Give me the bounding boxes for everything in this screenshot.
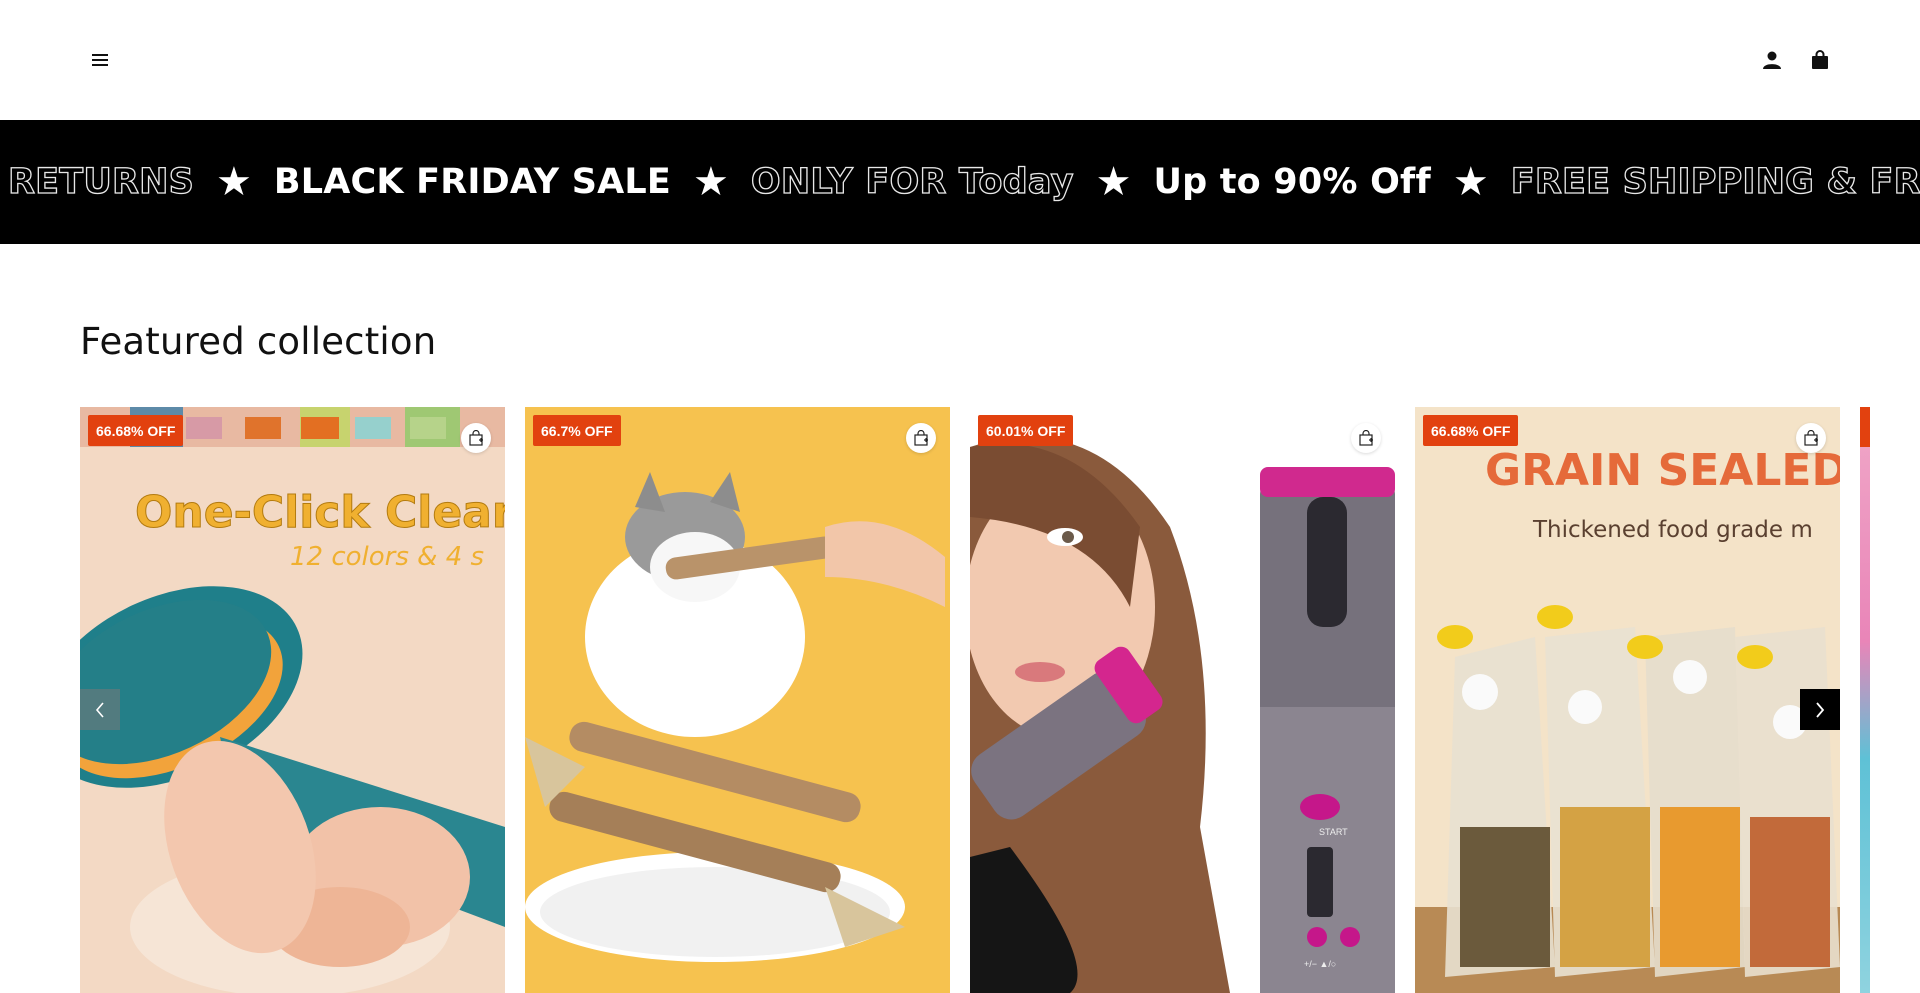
carousel-prev-button[interactable] bbox=[80, 689, 120, 730]
marquee-item: Up to 90% Off bbox=[1153, 162, 1431, 202]
product-card[interactable]: 66.7% OFF bbox=[525, 407, 950, 993]
menu-button[interactable] bbox=[88, 48, 112, 72]
device-label: START bbox=[1319, 827, 1348, 837]
chevron-left-icon bbox=[95, 701, 104, 718]
discount-badge: 66.7% OFF bbox=[533, 415, 621, 446]
discount-badge bbox=[1860, 407, 1870, 447]
image-text: GRAIN SEALED bbox=[1485, 445, 1840, 496]
discount-badge: 60.01% OFF bbox=[978, 415, 1074, 446]
user-icon bbox=[1763, 51, 1781, 69]
carousel-next-button[interactable] bbox=[1800, 689, 1840, 730]
discount-badge: 66.68% OFF bbox=[88, 415, 184, 446]
chevron-right-icon bbox=[1816, 701, 1825, 718]
product-image bbox=[1860, 407, 1870, 993]
marquee-item: BLACK FRIDAY SALE bbox=[273, 162, 672, 202]
product-card[interactable]: GRAIN SEALED Thickened food grade m 66.6… bbox=[1415, 407, 1840, 993]
star-icon: ★ bbox=[1452, 160, 1489, 204]
discount-badge: 66.68% OFF bbox=[1423, 415, 1519, 446]
cart-button[interactable] bbox=[1808, 48, 1832, 72]
device-label: +/− ▲/○ bbox=[1304, 959, 1337, 969]
product-image: GRAIN SEALED Thickened food grade m bbox=[1415, 407, 1840, 993]
marquee-item: ONLY FOR Today bbox=[750, 161, 1074, 202]
star-icon: ★ bbox=[693, 160, 729, 204]
marquee-item: RETURNS bbox=[7, 161, 195, 202]
quick-add-button[interactable] bbox=[1796, 423, 1826, 453]
quick-add-button[interactable] bbox=[906, 423, 936, 453]
add-to-cart-icon bbox=[1804, 430, 1818, 446]
marquee-item: FREE SHIPPING & FREE RETURNS bbox=[1510, 161, 1920, 202]
product-carousel: One-Click Clear 12 colors & 4 s 66.68% O… bbox=[80, 407, 1870, 993]
product-image bbox=[525, 407, 950, 993]
image-text: Thickened food grade m bbox=[1533, 517, 1813, 543]
product-card[interactable]: START +/− ▲/○ 60.01% OFF bbox=[970, 407, 1395, 993]
product-card[interactable]: One-Click Clear 12 colors & 4 s 66.68% O… bbox=[80, 407, 505, 993]
product-image: One-Click Clear 12 colors & 4 s bbox=[80, 407, 505, 993]
star-icon: ★ bbox=[216, 160, 252, 204]
quick-add-button[interactable] bbox=[461, 423, 491, 453]
shopping-bag-icon bbox=[1812, 50, 1828, 69]
add-to-cart-icon bbox=[469, 430, 483, 446]
announcement-marquee: RETURNS ★ BLACK FRIDAY SALE ★ ONLY FOR T… bbox=[0, 120, 1920, 244]
site-header bbox=[0, 0, 1920, 120]
product-card[interactable] bbox=[1860, 407, 1870, 993]
add-to-cart-icon bbox=[1359, 430, 1373, 446]
add-to-cart-icon bbox=[914, 430, 928, 446]
product-image: START +/− ▲/○ bbox=[970, 407, 1395, 993]
image-text: 12 colors & 4 s bbox=[290, 542, 485, 572]
hamburger-icon bbox=[92, 54, 108, 66]
image-text: One-Click Clear bbox=[135, 487, 505, 539]
marquee-track: RETURNS ★ BLACK FRIDAY SALE ★ ONLY FOR T… bbox=[7, 120, 1920, 244]
quick-add-button[interactable] bbox=[1351, 423, 1381, 453]
section-title: Featured collection bbox=[80, 320, 437, 363]
account-button[interactable] bbox=[1760, 48, 1784, 72]
star-icon: ★ bbox=[1095, 160, 1132, 204]
